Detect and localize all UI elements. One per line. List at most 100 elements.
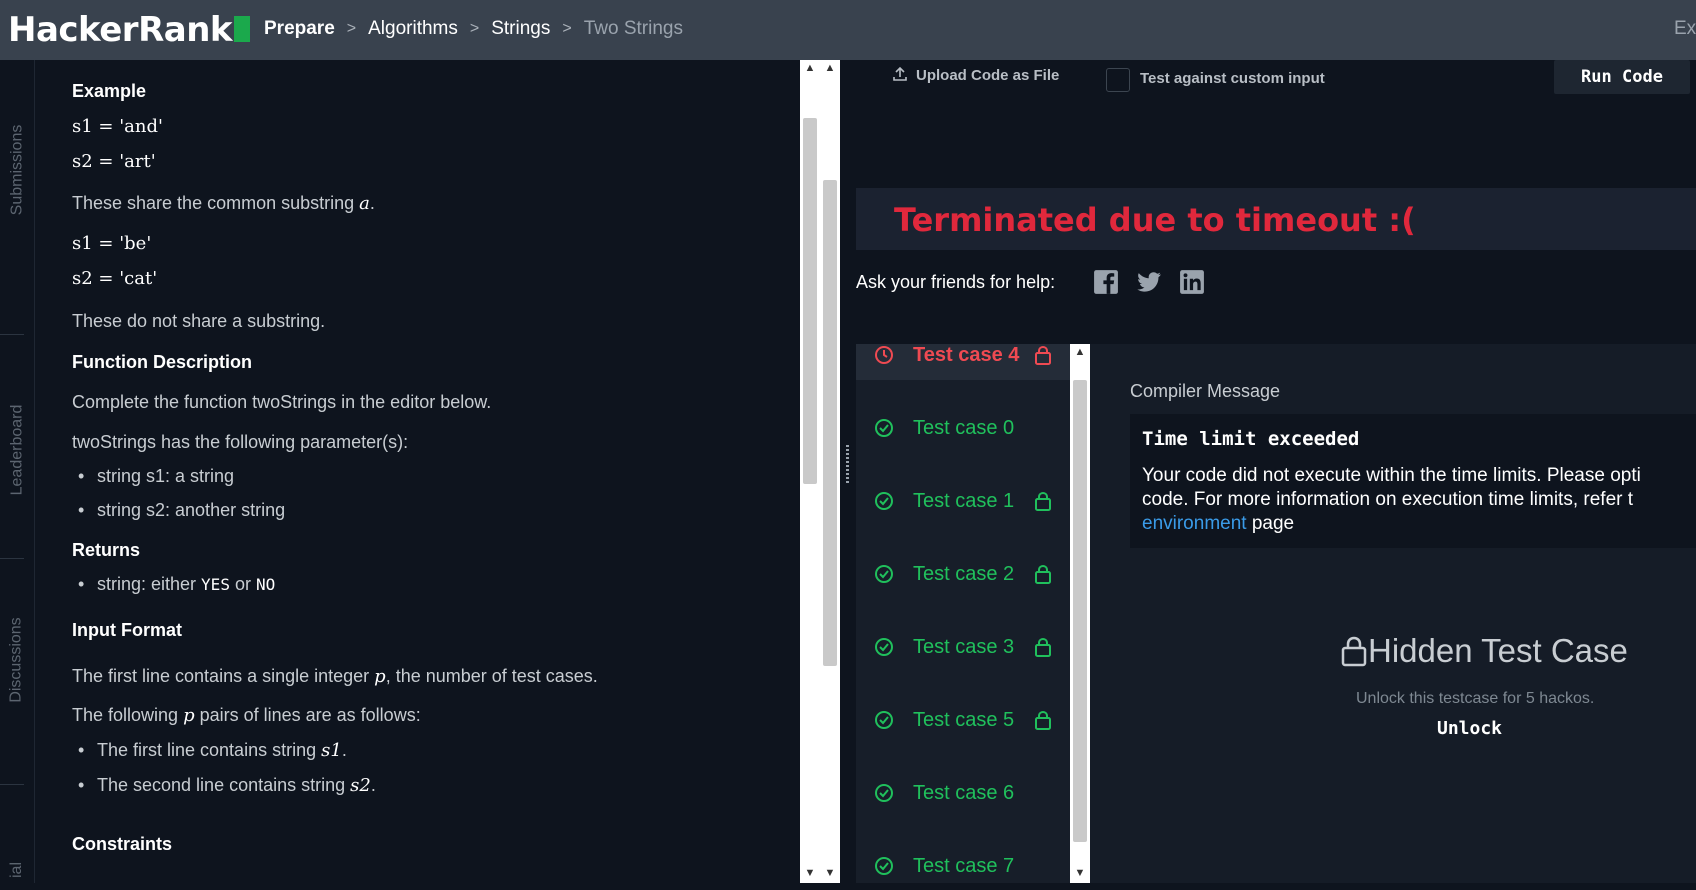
left-vertical-nav: Submissions Leaderboard Discussions ial [0,60,35,883]
testcase-label: Test case 1 [913,489,1015,512]
text: pairs of lines are as follows: [194,705,421,725]
testcase-scrollbar[interactable]: ▲ ▼ [1070,344,1090,883]
input-line1: The first line contains a single integer… [72,666,598,687]
hackerrank-logo[interactable]: HackerRank [8,10,251,50]
parameters-text: twoStrings has the following parameter(s… [72,432,409,452]
math-var: p [183,705,195,726]
example1-s2: s2 = 'art' [72,151,156,172]
lock-icon [1341,636,1367,667]
scroll-down-icon[interactable]: ▼ [800,867,820,879]
logo-text: HackerRank [8,10,233,50]
custom-input-label[interactable]: Test against custom input [1140,70,1325,87]
testcase-item[interactable]: Test case 7 [856,841,1070,883]
chevron-right-icon: > [469,20,480,37]
scrollbar-thumb[interactable] [803,118,817,484]
twitter-icon[interactable] [1136,269,1162,295]
tab-editorial-label: ial [7,861,25,879]
text: page [1246,513,1295,534]
scroll-down-icon[interactable]: ▼ [1070,867,1090,879]
scroll-up-icon[interactable]: ▲ [1070,346,1090,358]
code-yes: YES [201,575,230,594]
text: . [369,193,375,213]
upload-label: Upload Code as File [916,67,1060,84]
testcase-item[interactable]: Test case 1 [856,476,1070,526]
exit-button[interactable]: Exi [1674,18,1696,40]
linkedin-icon[interactable] [1179,269,1205,295]
text: . [370,775,376,795]
testcase-label: Test case 0 [913,416,1015,439]
divider [0,784,24,785]
pane-splitter[interactable] [840,60,856,883]
ask-friends-label: Ask your friends for help: [856,272,1056,292]
testcase-label: Test case 2 [913,562,1015,585]
input-line2: The following p pairs of lines are as fo… [72,705,421,726]
testcase-item[interactable]: Test case 5 [856,695,1070,745]
scroll-up-icon[interactable]: ▲ [800,62,820,74]
breadcrumb-prepare[interactable]: Prepare [264,18,335,40]
testcase-item[interactable]: Test case 3 [856,622,1070,672]
divider [0,334,24,335]
check-circle-icon [875,419,893,437]
tab-leaderboard[interactable]: Leaderboard [0,360,34,540]
tab-submissions[interactable]: Submissions [0,90,34,250]
text: The first line contains string [97,740,322,760]
editor-scrollbar[interactable]: ▲ ▼ [820,60,840,883]
drag-handle-icon[interactable] [846,445,849,485]
text: , the number of test cases. [385,666,598,686]
check-circle-icon [875,565,893,583]
testcase-item[interactable]: Test case 4 [856,344,1070,380]
testcase-detail: Compiler Message Time limit exceeded You… [1090,344,1696,883]
check-circle-icon [875,711,893,729]
lock-icon [1035,491,1051,511]
scroll-down-icon[interactable]: ▼ [820,867,840,879]
scrollbar-thumb[interactable] [823,180,837,666]
math-var: a [359,193,370,214]
chevron-right-icon: > [346,20,357,37]
example1-s1: s1 = 'and' [72,116,163,137]
math-var: p [374,666,386,687]
text: string: either [97,574,202,594]
breadcrumb-strings[interactable]: Strings [491,18,550,40]
input-bullet: The first line contains string s1. [78,740,347,761]
testcase-item[interactable]: Test case 6 [856,768,1070,818]
tab-editorial[interactable]: ial [0,850,34,890]
tab-discussions-label: Discussions [8,617,26,703]
run-code-button[interactable]: Run Code [1554,60,1690,94]
scroll-up-icon[interactable]: ▲ [820,62,840,74]
tab-submissions-label: Submissions [8,124,26,216]
breadcrumb-algorithms[interactable]: Algorithms [368,18,458,40]
compiler-line1: Your code did not execute within the tim… [1142,465,1641,486]
example2-s2: s2 = 'cat' [72,268,158,289]
compiler-message-text: Your code did not execute within the tim… [1142,464,1696,536]
upload-code-button[interactable]: Upload Code as File [892,66,1059,84]
input-format-heading: Input Format [72,620,182,640]
text: . [341,740,347,760]
custom-input-checkbox[interactable] [1106,68,1130,92]
example1-note: These share the common substring a. [72,193,375,214]
unlock-description: Unlock this testcase for 5 hackos. [1356,690,1595,707]
scrollbar-thumb[interactable] [1073,380,1087,842]
compiler-line3: environment page [1142,512,1696,536]
unlock-button[interactable]: Unlock [1437,718,1502,739]
upload-icon [893,66,907,81]
facebook-icon[interactable] [1093,269,1119,295]
clock-icon [875,346,893,364]
status-text: Terminated due to timeout :( [894,201,1416,239]
lock-icon [1035,637,1051,657]
testcase-label: Test case 3 [913,635,1015,658]
returns-item: string: either YES or NO [78,574,276,595]
testcase-item[interactable]: Test case 0 [856,403,1070,453]
top-bar: HackerRank Prepare > Algorithms > String… [0,0,1696,60]
environment-link[interactable]: environment [1142,513,1247,534]
problem-scrollbar[interactable]: ▲ ▼ [800,60,820,883]
breadcrumb-current: Two Strings [583,18,683,39]
check-circle-icon [875,857,893,875]
testcase-item[interactable]: Test case 2 [856,549,1070,599]
input-bullet: The second line contains string s2. [78,775,376,796]
tab-discussions[interactable]: Discussions [0,580,34,740]
compiler-message-heading: Time limit exceeded [1142,428,1360,450]
results-pane: Upload Code as File Test against custom … [856,60,1696,883]
testcase-label: Test case 4 [913,344,1020,366]
code-no: NO [255,575,276,594]
param-item: string s1: a string [78,466,234,487]
